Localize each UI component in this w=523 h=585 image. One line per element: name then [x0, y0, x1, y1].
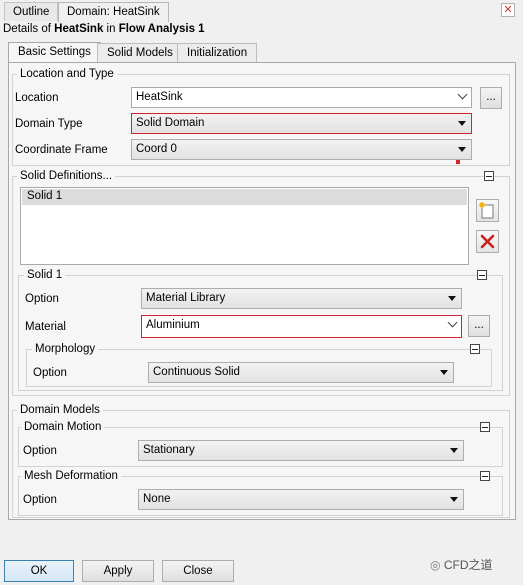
material-field[interactable]: Aluminium [141, 315, 462, 338]
chevron-down-icon [457, 89, 468, 100]
chevron-down-icon [447, 317, 458, 328]
watermark: ◎ CFD之道 [430, 556, 493, 573]
ok-button[interactable]: OK [4, 560, 74, 582]
tab-initialization[interactable]: Initialization [177, 43, 258, 62]
group-title: Solid Definitions... [17, 170, 116, 182]
location-value: HeatSink [136, 91, 183, 103]
wechat-icon: ◎ [430, 558, 441, 572]
collapse-icon[interactable] [480, 422, 490, 432]
group-title: Mesh Deformation [21, 470, 121, 482]
option-label: Option [25, 293, 59, 305]
option-select[interactable]: Material Library [141, 288, 462, 309]
close-button[interactable]: Close [162, 560, 234, 582]
group-title: Domain Models [17, 404, 103, 416]
tab-solid-models[interactable]: Solid Models [97, 43, 183, 62]
watermark-text: CFD之道 [443, 558, 493, 572]
domain-type-select[interactable]: Solid Domain [131, 113, 472, 134]
mesh-deformation-select[interactable]: None [138, 489, 464, 510]
collapse-icon[interactable] [480, 471, 490, 481]
dropdown-arrow-icon [440, 370, 448, 375]
domain-motion-select[interactable]: Stationary [138, 440, 464, 461]
collapse-icon[interactable] [484, 171, 494, 181]
group-title: Domain Motion [21, 421, 105, 433]
close-icon[interactable]: ✕ [501, 3, 515, 17]
tab-label: Solid Models [107, 47, 173, 59]
tab-label: Initialization [187, 47, 248, 59]
details-header: Details of HeatSink in Flow Analysis 1 [3, 23, 205, 35]
domain-motion-value: Stationary [143, 444, 195, 456]
coordinate-frame-value: Coord 0 [136, 143, 177, 155]
domain-type-label: Domain Type [15, 118, 83, 130]
collapse-icon[interactable] [470, 344, 480, 354]
dropdown-arrow-icon [450, 448, 458, 453]
solid-definitions-list[interactable]: Solid 1 [20, 187, 469, 265]
material-browse-button[interactable]: ... [468, 315, 490, 337]
dropdown-arrow-icon [450, 497, 458, 502]
marker [456, 160, 460, 164]
location-label: Location [15, 92, 59, 104]
tab-label: Outline [13, 6, 50, 18]
tab-domain-heatsink[interactable]: Domain: HeatSink [58, 2, 169, 22]
tab-basic-settings[interactable]: Basic Settings [8, 42, 101, 63]
new-item-button[interactable] [476, 199, 499, 222]
morphology-option-label: Option [33, 367, 67, 379]
option-value: Material Library [146, 292, 226, 304]
apply-button[interactable]: Apply [82, 560, 154, 582]
coordinate-frame-select[interactable]: Coord 0 [131, 139, 472, 160]
dropdown-arrow-icon [458, 147, 466, 152]
material-value: Aluminium [146, 319, 200, 331]
group-title: Location and Type [17, 68, 117, 80]
tab-label: Basic Settings [18, 46, 91, 58]
delete-button[interactable] [476, 230, 499, 253]
mesh-option-label: Option [23, 494, 57, 506]
domain-type-value: Solid Domain [136, 117, 205, 129]
dropdown-arrow-icon [458, 121, 466, 126]
details-object: HeatSink [54, 23, 104, 35]
details-mid: in [103, 23, 119, 35]
tab-outline[interactable]: Outline [4, 2, 59, 21]
material-label: Material [25, 321, 66, 333]
morphology-option-value: Continuous Solid [153, 366, 240, 378]
delete-icon [480, 234, 495, 249]
collapse-icon[interactable] [477, 270, 487, 280]
list-item[interactable]: Solid 1 [22, 189, 467, 205]
group-title: Morphology [32, 343, 99, 355]
new-item-icon [479, 202, 494, 219]
mesh-deformation-value: None [143, 493, 171, 505]
motion-option-label: Option [23, 445, 57, 457]
location-browse-button[interactable]: ... [480, 87, 502, 109]
morphology-option-select[interactable]: Continuous Solid [148, 362, 454, 383]
dropdown-arrow-icon [448, 296, 456, 301]
group-title: Solid 1 [24, 269, 66, 281]
details-prefix: Details of [3, 23, 55, 35]
tab-label: Domain: HeatSink [67, 6, 160, 18]
location-field[interactable]: HeatSink [131, 87, 472, 108]
details-analysis: Flow Analysis 1 [118, 23, 205, 35]
coordinate-frame-label: Coordinate Frame [15, 144, 108, 156]
